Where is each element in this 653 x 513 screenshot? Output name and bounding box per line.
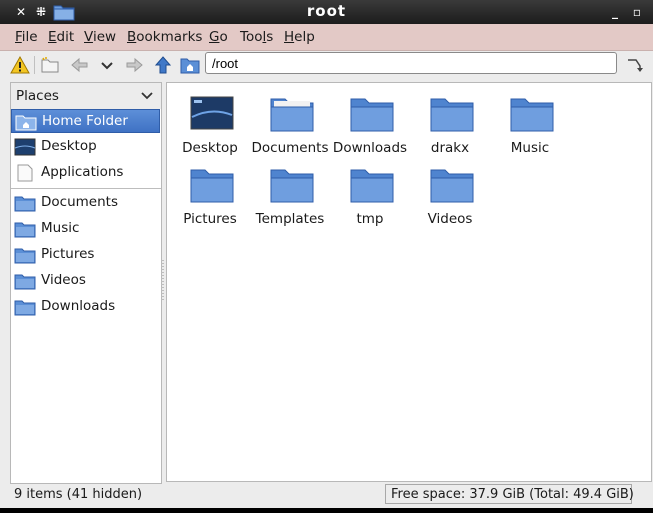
menu-go[interactable]: Go xyxy=(209,29,228,45)
new-folder-icon[interactable] xyxy=(40,56,60,74)
places-sidebar: Places Home Folder Desktop Applications … xyxy=(10,82,162,484)
sidebar-item-applications[interactable]: Applications xyxy=(11,161,161,185)
warning-icon[interactable] xyxy=(10,55,30,74)
free-space: Free space: 37.9 GiB (Total: 49.4 GiB) xyxy=(385,484,634,504)
folder-icon xyxy=(190,166,234,206)
file-item-label: drakx xyxy=(430,140,470,156)
file-item-label: Music xyxy=(510,140,550,156)
status-bar: 9 items (41 hidden) Free space: 37.9 GiB… xyxy=(0,484,653,506)
sidebar-item-home-folder[interactable]: Home Folder xyxy=(11,109,160,133)
forward-icon[interactable] xyxy=(124,56,144,74)
file-item-label: Templates xyxy=(255,211,325,227)
chevron-down-icon[interactable] xyxy=(141,91,153,101)
file-item-tmp[interactable]: tmp xyxy=(330,166,410,236)
file-item-label: Downloads xyxy=(332,140,408,156)
sidebar-item-label: Desktop xyxy=(41,138,97,154)
maximize-icon[interactable]: ▫ xyxy=(628,3,646,21)
file-item-label: Pictures xyxy=(183,211,237,227)
folder-icon xyxy=(14,220,36,238)
sidebar-item-downloads[interactable]: Downloads xyxy=(11,295,161,319)
sidebar-item-label: Documents xyxy=(41,194,118,210)
menu-bookmarks[interactable]: Bookmarks xyxy=(127,29,202,45)
file-item-desktop[interactable]: Desktop xyxy=(170,95,250,165)
pane-resize-handle[interactable] xyxy=(161,260,164,300)
menu-file[interactable]: File xyxy=(15,29,38,45)
sidebar-item-documents[interactable]: Documents xyxy=(11,191,161,215)
title-bar[interactable]: ✕ ⁜ root _ ▫ xyxy=(0,0,653,24)
folder-icon xyxy=(350,166,394,206)
item-count: 9 items (41 hidden) xyxy=(14,487,143,502)
menu-edit[interactable]: Edit xyxy=(48,29,74,45)
file-item-videos[interactable]: Videos xyxy=(410,166,490,236)
toolbar-separator xyxy=(34,56,35,74)
folder-icon xyxy=(350,95,394,135)
folder-icon xyxy=(14,246,36,264)
file-item-music[interactable]: Music xyxy=(490,95,570,165)
sidebar-item-music[interactable]: Music xyxy=(11,217,161,241)
folder-icon xyxy=(510,95,554,135)
folder-icon xyxy=(430,166,474,206)
file-item-drakx[interactable]: drakx xyxy=(410,95,490,165)
sidebar-item-label: Pictures xyxy=(41,246,95,262)
folder-icon xyxy=(270,95,314,135)
file-item-downloads[interactable]: Downloads xyxy=(330,95,410,165)
menu-help[interactable]: Help xyxy=(284,29,315,45)
folder-icon xyxy=(270,166,314,206)
places-title: Places xyxy=(16,88,59,104)
sidebar-item-label: Music xyxy=(41,220,80,236)
desktop-icon xyxy=(14,138,36,156)
file-item-label: Videos xyxy=(427,211,473,227)
folder-icon xyxy=(14,194,36,212)
file-item-pictures[interactable]: Pictures xyxy=(170,166,250,236)
sidebar-separator xyxy=(11,188,161,189)
up-icon[interactable] xyxy=(153,56,173,74)
back-icon[interactable] xyxy=(70,56,90,74)
menubar: File Edit View Bookmarks Go Tools Help xyxy=(0,24,653,51)
file-item-documents[interactable]: Documents xyxy=(250,95,330,165)
folder-icon xyxy=(14,298,36,316)
places-header[interactable]: Places xyxy=(11,83,161,109)
go-jump-icon[interactable] xyxy=(625,56,645,74)
file-manager-window: ✕ ⁜ root _ ▫ File Edit View Bookmarks Go… xyxy=(0,0,653,513)
sidebar-item-pictures[interactable]: Pictures xyxy=(11,243,161,267)
sidebar-item-label: Home Folder xyxy=(42,113,128,129)
sidebar-item-label: Downloads xyxy=(41,298,116,314)
folder-icon xyxy=(14,272,36,290)
home-icon[interactable] xyxy=(180,56,200,74)
file-item-templates[interactable]: Templates xyxy=(250,166,330,236)
applications-icon xyxy=(14,164,36,182)
desktop-icon xyxy=(190,95,234,135)
sidebar-item-label: Applications xyxy=(41,164,124,180)
home-folder-icon xyxy=(15,113,37,131)
menu-tools[interactable]: Tools xyxy=(240,29,273,45)
file-item-label: Desktop xyxy=(182,140,238,156)
file-item-label: tmp xyxy=(356,211,384,227)
file-item-label: Documents xyxy=(251,140,329,156)
sidebar-item-videos[interactable]: Videos xyxy=(11,269,161,293)
minimize-icon[interactable]: _ xyxy=(606,3,624,21)
folder-icon xyxy=(430,95,474,135)
sidebar-item-desktop[interactable]: Desktop xyxy=(11,135,161,159)
file-view[interactable]: Desktop Documents Downloads drakx Music … xyxy=(166,82,652,482)
chevron-down-icon[interactable] xyxy=(97,56,117,74)
window-title: root xyxy=(306,2,347,20)
location-input[interactable] xyxy=(205,52,617,74)
window-bottom-edge xyxy=(0,508,653,513)
menu-view[interactable]: View xyxy=(84,29,116,45)
sidebar-item-label: Videos xyxy=(41,272,86,288)
